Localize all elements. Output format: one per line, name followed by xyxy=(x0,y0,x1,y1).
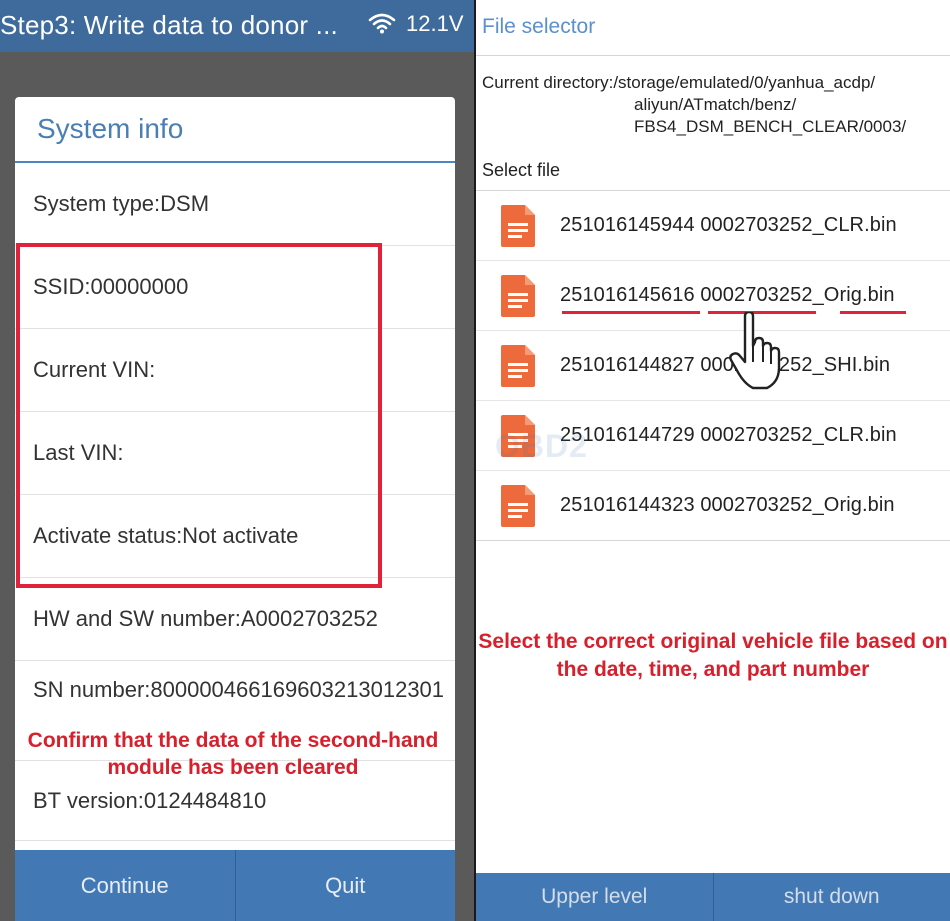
voltage-readout: 12.1V xyxy=(406,11,464,36)
file-list: 251016145944 0002703252_CLR.bin 25101614… xyxy=(476,190,950,541)
system-info-panel: Step3: Write data to donor ... 12.1V Sys… xyxy=(0,0,474,921)
select-file-label: Select file xyxy=(482,160,561,180)
file-item[interactable]: 251016144827 0002703252_SHI.bin xyxy=(476,331,950,401)
dialog-footer: Continue Quit xyxy=(15,850,455,921)
watermark: OBD2 xyxy=(495,428,588,464)
info-row-hw-sw-number: HW and SW number:A0002703252 xyxy=(15,578,455,661)
document-icon xyxy=(501,204,535,247)
status-bar: Step3: Write data to donor ... 12.1V xyxy=(0,0,474,52)
continue-button[interactable]: Continue xyxy=(15,850,235,921)
file-name: 251016144323 0002703252_Orig.bin xyxy=(560,494,895,516)
file-name: 251016144729 0002703252_CLR.bin xyxy=(560,424,897,446)
file-name: 251016145616 0002703252_Orig.bin xyxy=(560,284,895,306)
file-selector-footer: Upper level shut down xyxy=(476,873,950,921)
document-icon xyxy=(501,274,535,317)
directory-line-1: Current directory:/storage/emulated/0/ya… xyxy=(482,73,876,92)
wifi-icon xyxy=(368,13,396,34)
underline-date xyxy=(562,311,700,314)
shut-down-button[interactable]: shut down xyxy=(712,873,950,921)
directory-line-2: aliyun/ATmatch/benz/ xyxy=(634,95,797,114)
file-item[interactable]: 251016144323 0002703252_Orig.bin xyxy=(476,471,950,541)
file-item[interactable]: 251016145616 0002703252_Orig.bin xyxy=(476,261,950,331)
info-row-system-type: System type:DSM xyxy=(15,163,455,246)
current-directory: Current directory:/storage/emulated/0/ya… xyxy=(482,72,942,138)
annotation-right: Select the correct original vehicle file… xyxy=(478,630,948,681)
document-icon xyxy=(501,344,535,387)
file-selector-title: File selector xyxy=(476,0,950,56)
dialog-title: System info xyxy=(15,97,455,163)
directory-line-3: FBS4_DSM_BENCH_CLEAR/0003/ xyxy=(634,117,907,136)
document-icon xyxy=(501,484,535,527)
quit-button[interactable]: Quit xyxy=(234,850,456,921)
hand-pointer-icon xyxy=(729,312,781,390)
annotation-left: Confirm that the data of the second-hand… xyxy=(27,729,439,779)
underline-orig xyxy=(840,311,906,314)
highlight-box xyxy=(16,243,382,588)
file-name: 251016145944 0002703252_CLR.bin xyxy=(560,214,897,236)
sn-number-text: SN number:800000466169603213012301 xyxy=(33,677,445,702)
file-name: 251016144827 0002703252_SHI.bin xyxy=(560,354,891,376)
file-item[interactable]: 251016145944 0002703252_CLR.bin xyxy=(476,191,950,261)
step-title: Step3: Write data to donor ... xyxy=(0,10,338,40)
upper-level-button[interactable]: Upper level xyxy=(476,873,713,921)
